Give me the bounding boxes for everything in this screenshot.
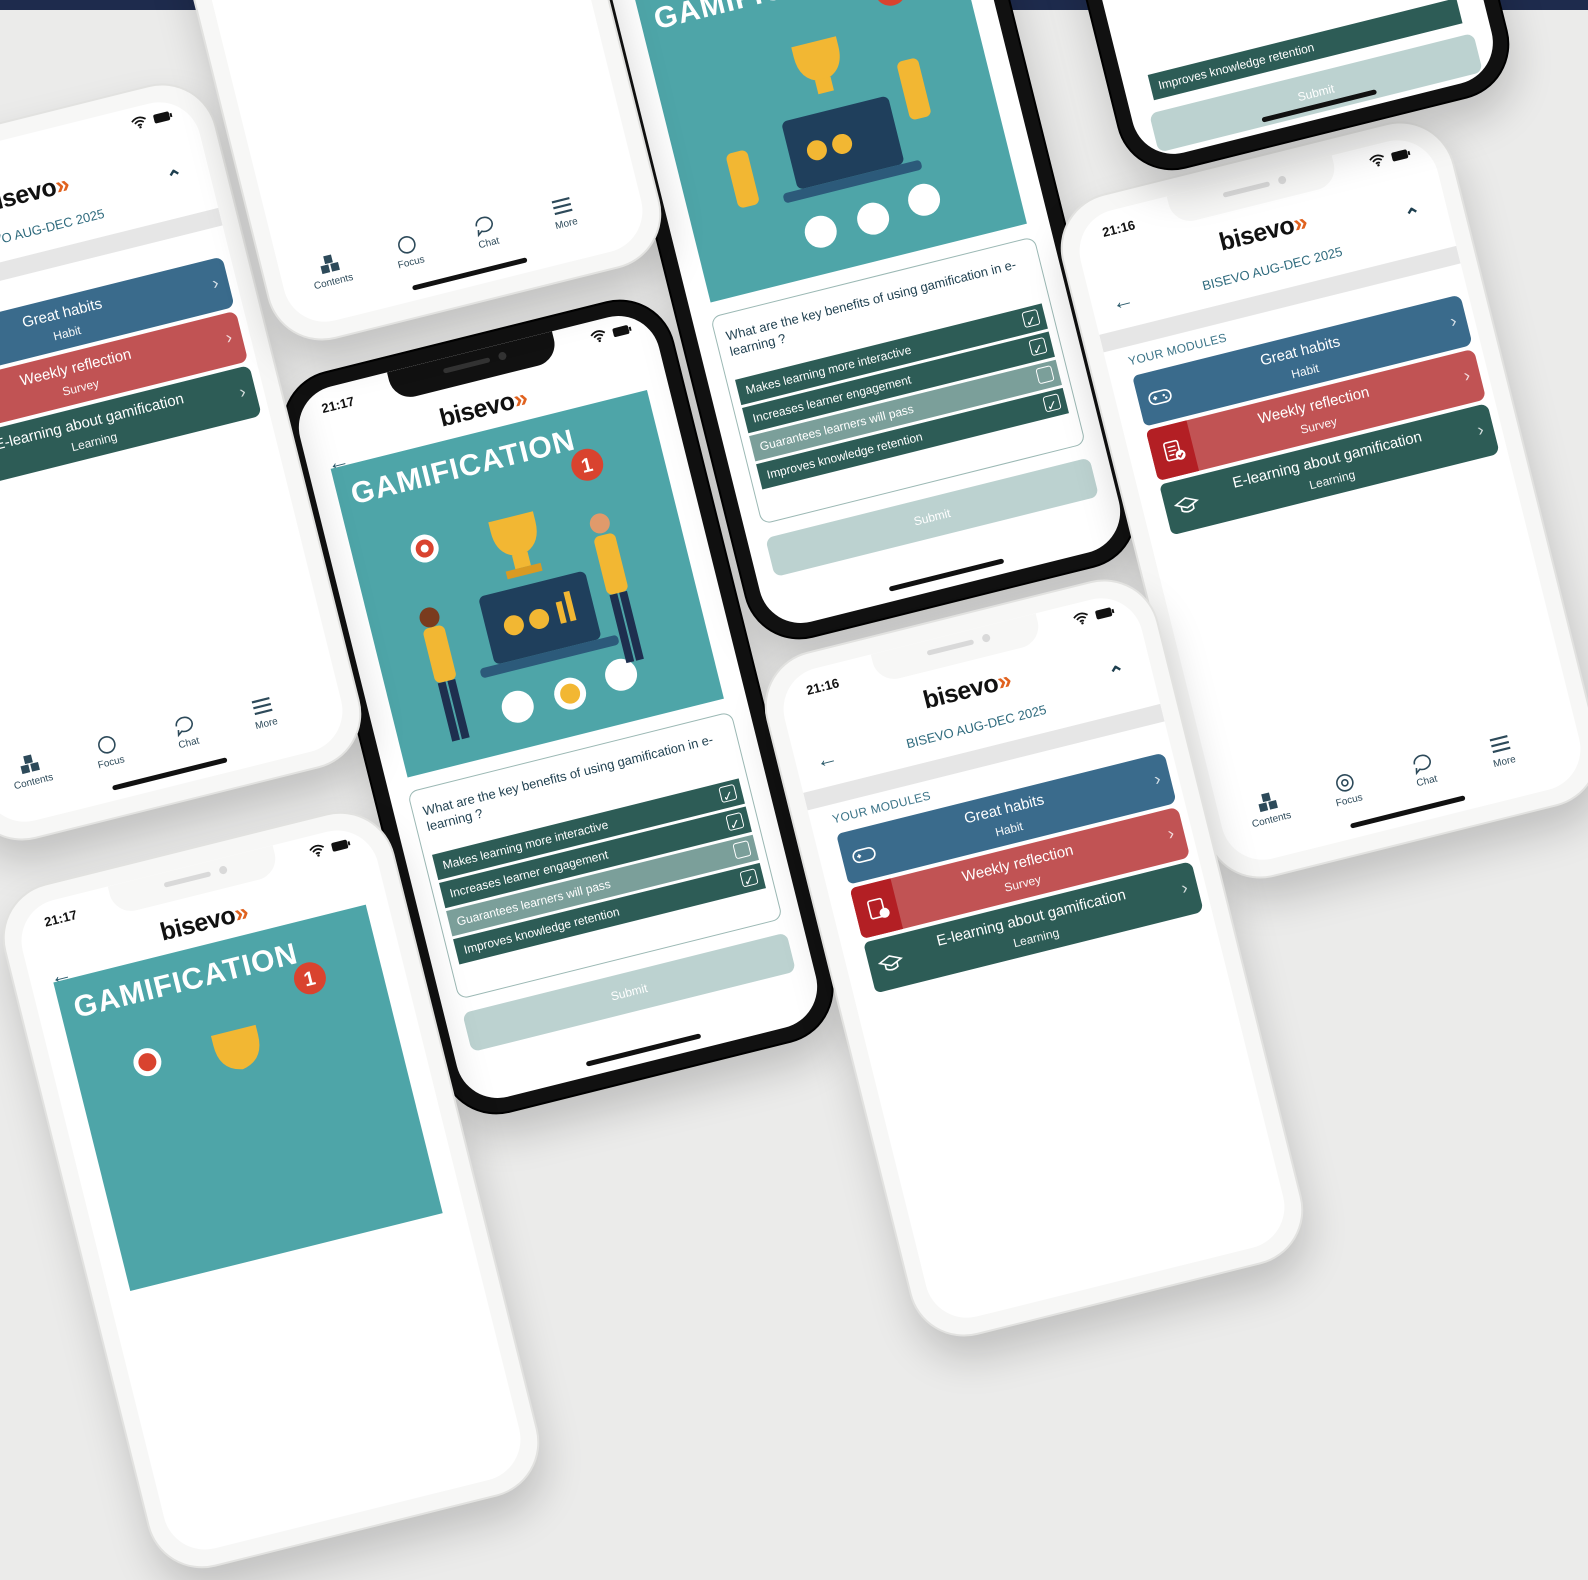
battery-icon [1391,149,1411,161]
wifi-icon [1369,154,1384,167]
tab-more[interactable]: More [530,188,597,236]
menu-icon [1489,735,1511,754]
checkbox-checked-icon[interactable] [1021,308,1041,329]
status-time: 21:17 [42,907,79,930]
checkbox-checked-icon[interactable] [1042,393,1062,413]
tab-chat[interactable]: Chat [453,208,520,256]
tab-more[interactable]: More [230,688,297,736]
chat-icon [475,216,493,238]
checkbox-checked-icon[interactable] [739,868,759,888]
chat-icon [1413,754,1431,776]
status-icons [308,837,352,859]
tab-chat[interactable]: Chat [153,708,220,756]
status-icons [589,322,633,344]
poster-illustration: 1 [133,962,326,1077]
bottom-tab-bar: Contents Focus Chat More [0,658,345,805]
battery-icon [1095,607,1115,619]
contents-icon [320,254,340,275]
tab-contents[interactable]: Contents [297,246,364,294]
home-indicator [585,1033,702,1067]
checkbox-unchecked-icon[interactable] [732,840,752,860]
status-time: 21:17 [320,393,356,417]
focus-icon [398,236,416,254]
menu-icon [251,697,273,716]
bottom-tab-bar: Contents Focus Chat More [273,158,645,305]
status-time: 21:16 [1100,217,1137,240]
gamification-poster: GAMIFICATION 1 [53,904,443,1292]
checkbox-checked-icon[interactable] [1028,336,1048,357]
wifi-icon [131,116,146,129]
checkbox-checked-icon[interactable] [725,811,745,832]
tab-focus[interactable]: Focus [375,227,442,275]
focus-icon [98,736,116,754]
status-icons [1368,146,1412,168]
wifi-icon [590,330,606,343]
focus-icon [1336,774,1354,792]
tab-focus[interactable]: Focus [1313,765,1380,813]
checkbox-unchecked-icon[interactable] [1035,365,1055,385]
contents-icon [1258,792,1278,813]
poster-illustration: 1 [410,448,644,742]
status-time: 21:16 [804,675,841,698]
contents-icon [20,754,40,775]
gamification-poster: GAMIFICATION 1 [330,390,724,778]
battery-icon [153,111,173,123]
home-indicator [888,558,1005,592]
tab-focus[interactable]: Focus [75,727,142,775]
checkbox-checked-icon[interactable] [718,783,738,804]
status-icons [130,108,174,130]
tab-contents[interactable]: Contents [0,746,64,794]
status-icons [1072,604,1116,626]
tab-chat[interactable]: Chat [1391,746,1458,794]
bottom-tab-bar: Contents Focus Chat More [1211,696,1583,843]
chat-icon [175,716,193,738]
wifi-icon [309,844,325,857]
wifi-icon [1073,612,1088,625]
menu-icon [551,197,573,216]
tab-more[interactable]: More [1468,726,1535,774]
battery-icon [612,324,632,337]
battery-icon [331,839,351,852]
tab-contents[interactable]: Contents [1235,784,1302,832]
